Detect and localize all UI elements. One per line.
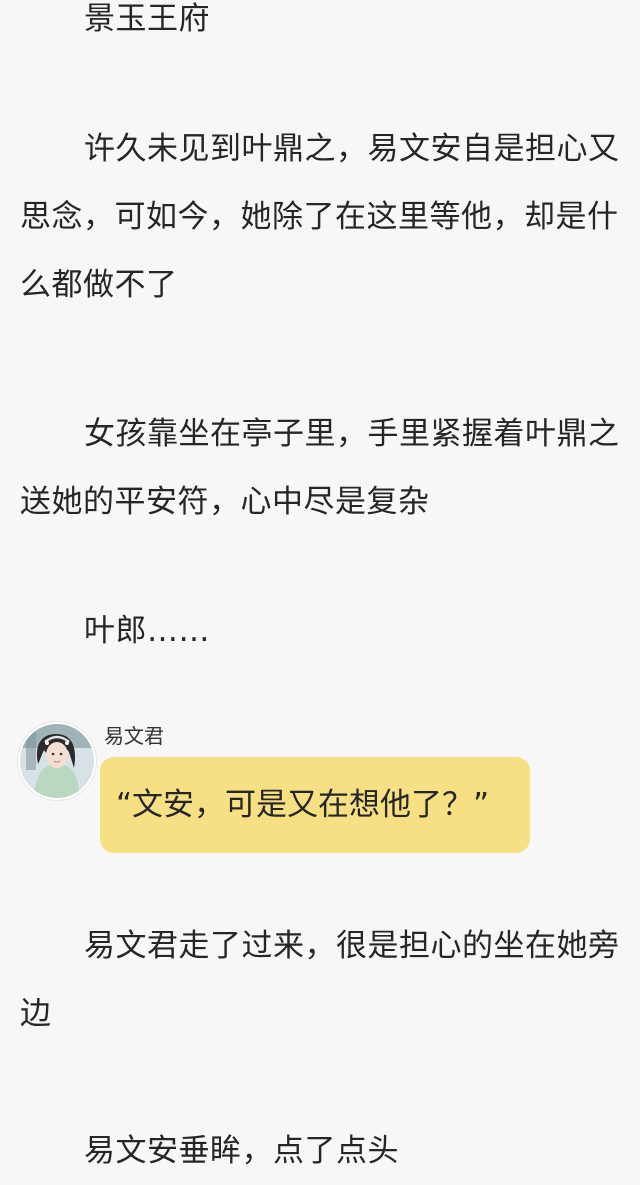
dialogue-message: 易文君 “文安，可是又在想他了？” (18, 722, 578, 862)
paragraph-pavilion: 女孩靠坐在亭子里，手里紧握着叶鼎之送她的平安符，心中尽是复杂 (20, 416, 620, 520)
dialogue-speaker-name: 易文君 (104, 724, 164, 748)
portrait-avatar-icon (18, 722, 96, 800)
paragraph-place: 景玉王府 (84, 1, 210, 37)
paragraph-approach: 易文君走了过来，很是担心的坐在她旁边 (20, 928, 620, 1032)
paragraph-nod: 易文安垂眸，点了点头 (84, 1133, 399, 1169)
paragraph-worry: 许久未见到叶鼎之，易文安自是担心又思念，可如今，她除了在这里等他，却是什么都做不… (20, 131, 620, 303)
dialogue-bubble: “文安，可是又在想他了？” (100, 757, 530, 853)
paragraph-yelang: 叶郎…… (84, 613, 210, 649)
